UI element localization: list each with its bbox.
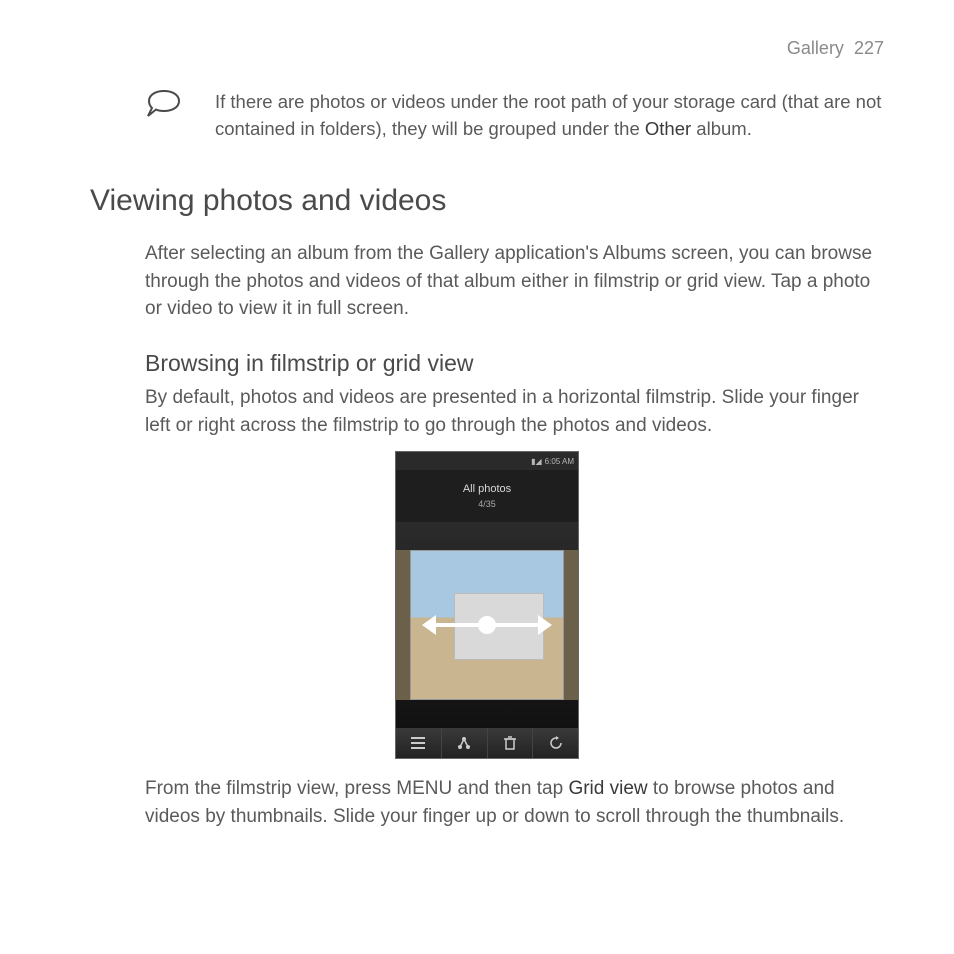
album-count: 4/35 [478, 498, 496, 511]
tip-callout: If there are photos or videos under the … [90, 89, 884, 143]
tip-text-before: If there are photos or videos under the … [215, 91, 881, 139]
prev-photo-edge [396, 550, 410, 700]
bottom-toolbar [396, 728, 578, 758]
header-section: Gallery [787, 38, 844, 58]
trash-icon[interactable] [488, 728, 534, 758]
speech-bubble-icon [145, 89, 185, 126]
share-icon[interactable] [442, 728, 488, 758]
rotate-icon[interactable] [533, 728, 578, 758]
tip-text: If there are photos or videos under the … [215, 89, 884, 143]
after-image-paragraph: From the filmstrip view, press MENU and … [90, 775, 884, 830]
section-title: Viewing photos and videos [90, 179, 884, 223]
phone-frame: ▮◢ 6:05 AM All photos 4/35 [395, 451, 579, 759]
menu-icon[interactable] [396, 728, 442, 758]
page-header: Gallery 227 [90, 35, 884, 61]
subsection-title: Browsing in filmstrip or grid view [90, 347, 884, 380]
tip-text-bold: Other [645, 118, 691, 139]
tip-text-after: album. [691, 118, 752, 139]
album-header: All photos 4/35 [396, 470, 578, 522]
arrow-left-icon [422, 615, 436, 635]
swipe-dot-icon [478, 616, 496, 634]
signal-icon: ▮◢ [531, 456, 542, 468]
swipe-line-left [436, 623, 480, 627]
arrow-right-icon [538, 615, 552, 635]
intro-paragraph: After selecting an album from the Galler… [90, 240, 884, 323]
phone-screenshot: ▮◢ 6:05 AM All photos 4/35 [90, 451, 884, 759]
swipe-line-right [494, 623, 538, 627]
status-time: 6:05 AM [545, 456, 574, 468]
album-title: All photos [463, 482, 511, 498]
filmstrip-area[interactable] [396, 522, 578, 728]
next-photo-edge [564, 550, 578, 700]
after-text-before: From the filmstrip view, press MENU and … [145, 778, 568, 799]
header-page: 227 [854, 38, 884, 58]
subsection-paragraph: By default, photos and videos are presen… [90, 384, 884, 439]
after-text-bold: Grid view [568, 778, 647, 799]
swipe-indicator [422, 615, 552, 635]
status-bar: ▮◢ 6:05 AM [396, 452, 578, 470]
